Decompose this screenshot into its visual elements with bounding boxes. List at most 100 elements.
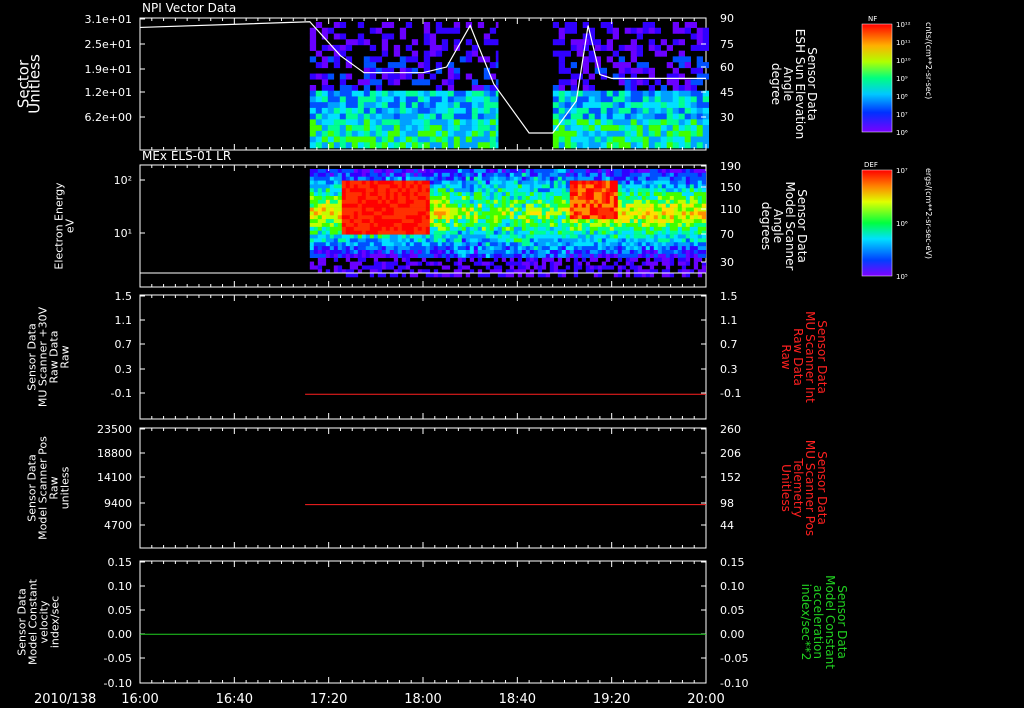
spec-cell <box>413 238 419 243</box>
spec-cell <box>645 215 651 220</box>
spec-cell <box>489 142 497 149</box>
spec-cell <box>333 203 339 208</box>
spec-cell <box>493 257 499 262</box>
spec-cell <box>421 230 427 235</box>
spec-cell <box>413 199 419 205</box>
spec-cell <box>588 107 596 114</box>
spec-cell <box>637 215 643 220</box>
spec-cell <box>545 192 551 197</box>
spec-cell <box>621 219 627 224</box>
spec-cell <box>625 172 631 178</box>
spec-cell <box>653 253 659 259</box>
spec-cell <box>561 199 567 205</box>
spec-cell <box>633 223 639 228</box>
spec-cell <box>517 184 523 189</box>
spec-cell <box>459 107 467 114</box>
spec-cell <box>465 207 471 212</box>
spec-cell <box>642 130 650 137</box>
spec-cell <box>373 223 379 228</box>
spec-cell <box>317 257 323 262</box>
spec-cell <box>309 56 317 63</box>
spec-cell <box>317 246 323 251</box>
spec-cell <box>461 207 467 212</box>
spec-cell <box>357 172 363 178</box>
spec-cell <box>417 73 425 80</box>
spec-cell <box>501 273 507 278</box>
spec-cell <box>399 33 407 40</box>
spec-cell <box>469 234 475 239</box>
spec-cell <box>505 207 511 212</box>
spec-cell <box>337 203 343 208</box>
spec-cell <box>653 188 659 193</box>
spec-cell <box>353 188 359 193</box>
spec-cell <box>533 196 539 201</box>
spec-cell <box>501 250 507 255</box>
spec-cell <box>673 188 679 193</box>
spec-cell <box>637 230 643 235</box>
spec-cell <box>673 250 679 255</box>
spec-cell <box>696 107 704 114</box>
spec-cell <box>618 125 626 132</box>
spec-cell <box>497 176 503 181</box>
spec-cell <box>649 188 655 193</box>
spec-cell <box>521 211 527 216</box>
spec-cell <box>345 238 351 243</box>
spec-cell <box>389 172 395 178</box>
y-tick-label: 6.2e+00 <box>85 111 132 124</box>
colorbar-def-label: DEF <box>864 161 878 169</box>
spec-cell <box>373 188 379 193</box>
spec-cell <box>625 253 631 259</box>
spec-cell <box>589 172 595 178</box>
spec-cell <box>373 192 379 197</box>
spec-cell <box>405 102 413 109</box>
spec-cell <box>353 246 359 251</box>
spec-cell <box>553 172 559 178</box>
spec-cell <box>411 50 419 57</box>
spec-cell <box>477 226 483 232</box>
spec-cell <box>689 172 695 178</box>
spec-cell <box>529 211 535 216</box>
spec-cell <box>669 246 675 251</box>
spec-cell <box>669 219 675 224</box>
spec-cell <box>606 90 614 97</box>
spec-cell <box>333 265 339 270</box>
spec-cell <box>409 238 415 243</box>
spec-cell <box>669 203 675 208</box>
spec-cell <box>677 223 683 228</box>
spec-cell <box>630 50 638 57</box>
spec-cell <box>702 27 710 34</box>
spec-cell <box>657 169 663 174</box>
y2-axis-label: Sensor DataESH Sun ElevationAngledegree <box>769 29 819 139</box>
spec-cell <box>549 234 555 239</box>
spec-cell <box>397 176 403 181</box>
spec-cell <box>561 219 567 224</box>
spec-cell <box>521 223 527 228</box>
spec-cell <box>537 196 543 201</box>
spec-cell <box>401 215 407 220</box>
spec-cell <box>317 203 323 208</box>
spec-cell <box>665 169 671 174</box>
spec-cell <box>625 257 631 262</box>
spec-cell <box>617 172 623 178</box>
panel-2-title: MEx ELS-01 LR <box>142 149 231 163</box>
spec-cell <box>313 234 319 239</box>
spec-cell <box>513 250 519 255</box>
y-tick-label: 23500 <box>97 423 132 436</box>
spec-cell <box>425 242 431 247</box>
spec-cell <box>333 33 341 40</box>
spec-cell <box>481 253 487 259</box>
spec-cell <box>601 250 607 255</box>
spec-cell <box>409 219 415 224</box>
spec-cell <box>517 192 523 197</box>
spec-cell <box>672 130 680 137</box>
spec-cell <box>377 215 383 220</box>
spec-cell <box>421 250 427 255</box>
spec-cell <box>433 246 439 251</box>
spec-cell <box>565 169 571 174</box>
spec-cell <box>597 215 603 220</box>
spec-cell <box>697 219 703 224</box>
spec-cell <box>648 67 656 74</box>
spec-cell <box>509 234 515 239</box>
spec-cell <box>387 113 395 120</box>
spec-cell <box>617 199 623 205</box>
